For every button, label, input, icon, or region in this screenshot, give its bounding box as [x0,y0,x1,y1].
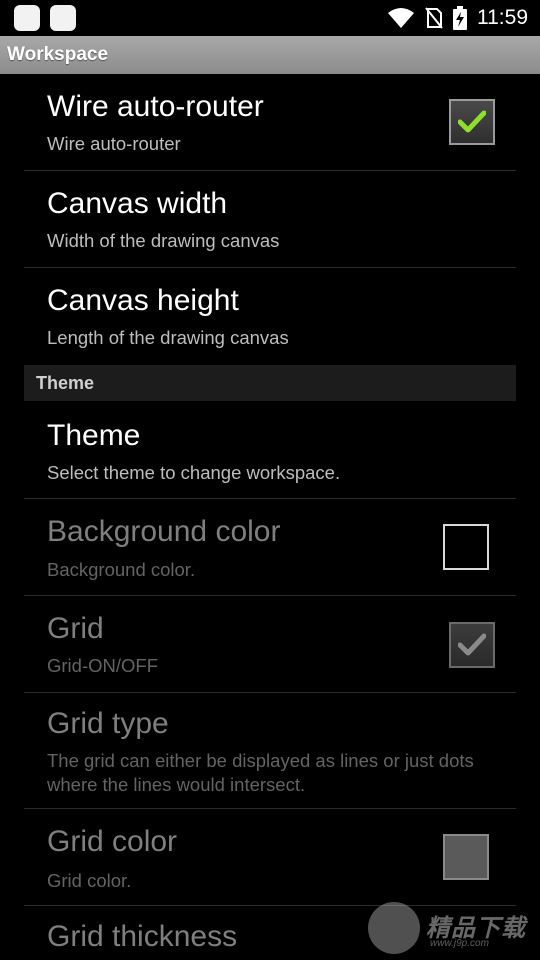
pref-summary: Grid-ON/OFF [47,655,158,676]
checkmark-icon [458,110,486,133]
watermark: 精品下载 www.j9p.com [368,900,536,958]
grid-color-swatch[interactable] [443,834,489,880]
pref-title: Wire auto-router [47,90,264,123]
pref-title: Canvas height [47,284,239,317]
app-icon [50,5,76,31]
pref-title: Grid type [47,707,169,740]
pref-summary: Width of the drawing canvas [47,230,280,251]
grid-checkbox[interactable] [449,622,495,668]
status-bar: 11:59 [0,0,540,36]
watermark-logo-icon [368,902,420,954]
pref-grid-type[interactable]: Grid type The grid can either be display… [24,693,516,809]
pref-summary: Length of the drawing canvas [47,327,289,348]
pref-summary: The grid can either be displayed as line… [47,750,474,795]
pref-background-color[interactable]: Background color Background color. [24,499,516,596]
pref-canvas-height[interactable]: Canvas height Length of the drawing canv… [24,268,516,365]
category-title: Theme [36,373,95,393]
no-sim-icon [425,7,443,29]
pref-title: Grid [47,612,104,645]
title-bar: Workspace [0,36,540,74]
wifi-icon [387,7,415,29]
pref-summary: Select theme to change workspace. [47,462,341,483]
background-color-swatch[interactable] [443,524,489,570]
pref-summary: Wire auto-router [47,133,181,154]
pref-grid[interactable]: Grid Grid-ON/OFF [24,596,516,693]
wire-auto-router-checkbox[interactable] [449,99,495,145]
pref-theme[interactable]: Theme Select theme to change workspace. [24,401,516,499]
pref-wire-auto-router[interactable]: Wire auto-router Wire auto-router [24,74,516,171]
category-header-theme: Theme [24,365,516,401]
pref-summary: Background color. [47,559,196,580]
watermark-url: www.j9p.com [430,938,489,949]
pref-canvas-width[interactable]: Canvas width Width of the drawing canvas [24,171,516,268]
preference-list[interactable]: Wire auto-router Wire auto-router Canvas… [24,74,516,960]
pref-title: Grid thickness [47,920,238,953]
pref-summary: Grid color. [47,870,132,891]
battery-charging-icon [453,6,467,30]
pref-grid-color[interactable]: Grid color Grid color. [24,809,516,906]
pref-title: Grid color [47,825,178,858]
app-icon [14,5,40,31]
pref-title: Background color [47,515,281,548]
pref-title: Canvas width [47,187,228,220]
clock: 11:59 [477,6,528,29]
pref-title: Theme [47,419,141,452]
checkmark-icon [458,633,486,656]
page-title: Workspace [7,44,109,65]
